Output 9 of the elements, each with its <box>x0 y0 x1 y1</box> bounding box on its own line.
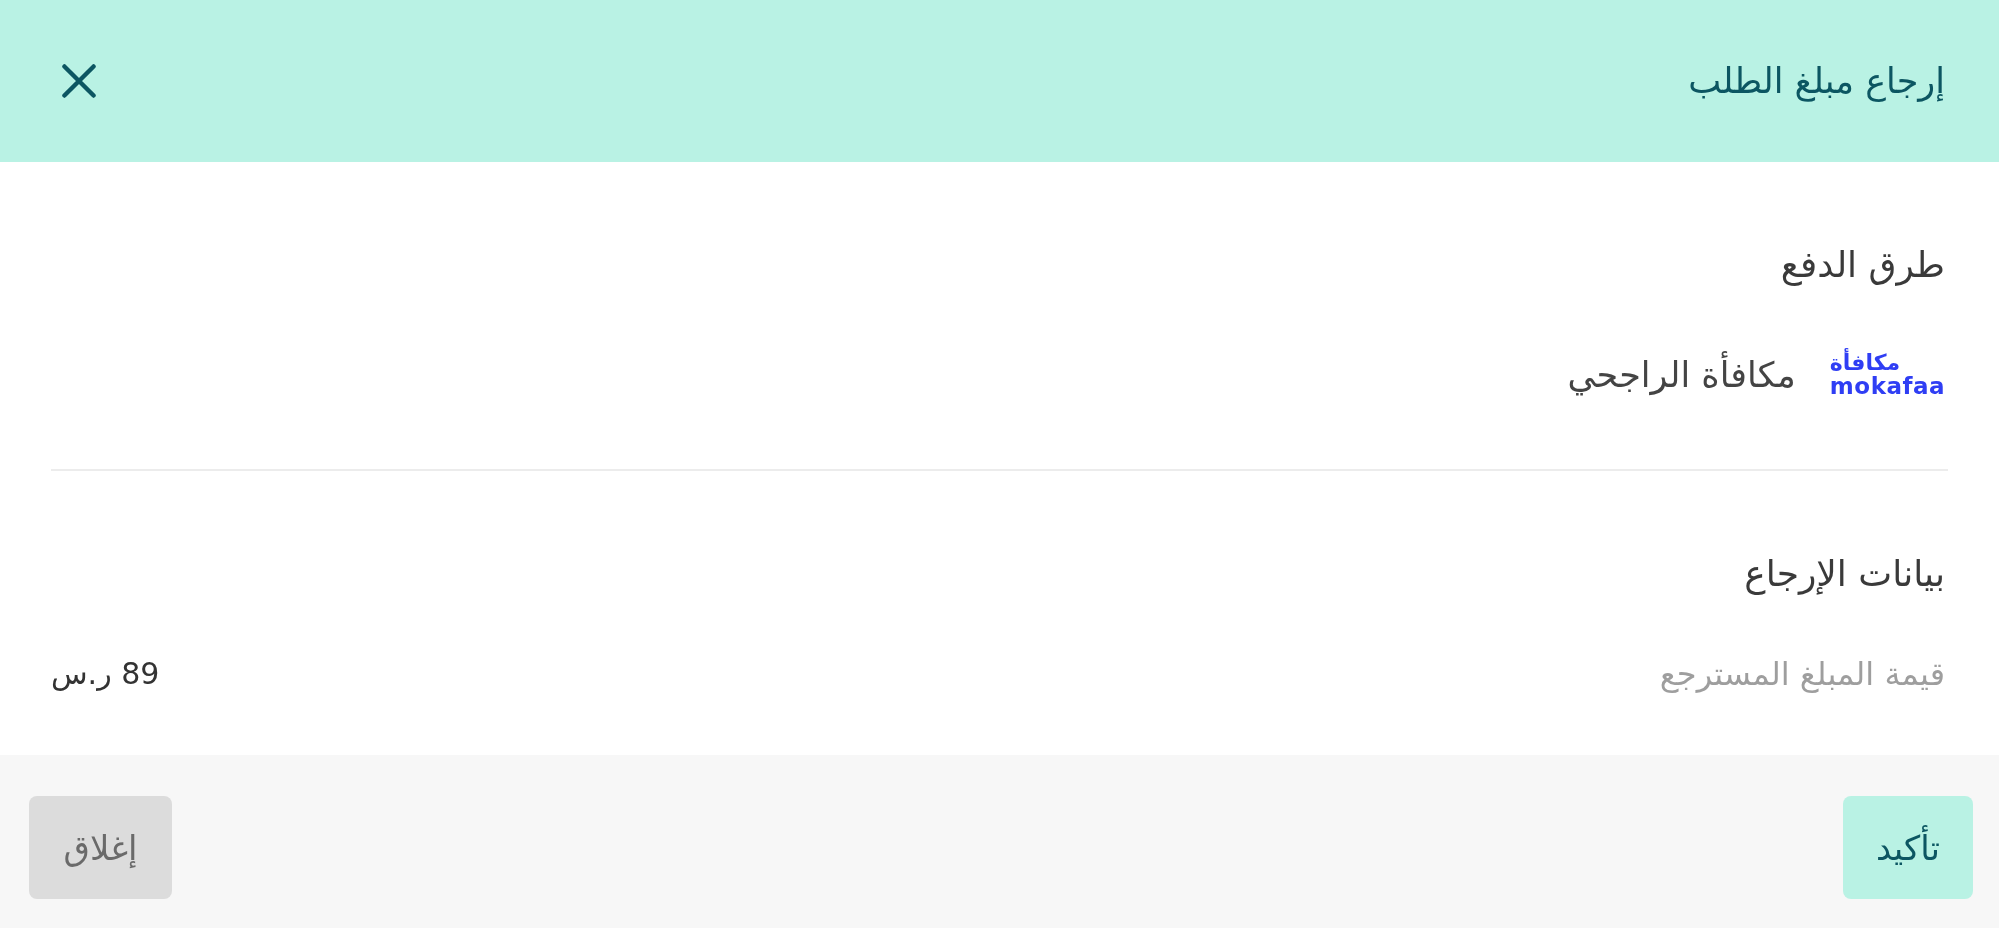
section-heading: بيانات الإرجاع <box>1744 552 1945 597</box>
confirm-button[interactable]: تأكيد <box>1843 796 1973 899</box>
section-heading: طرق الدفع <box>1780 243 1945 288</box>
field-value: 89 ر.س <box>51 655 160 693</box>
payment-method-name: مكافأة الراجحي <box>1567 351 1796 399</box>
field-label: قيمة المبلغ المسترجع <box>1659 654 1945 695</box>
close-icon[interactable] <box>62 64 96 98</box>
dialog-title: إرجاع مبلغ الطلب <box>1688 60 1945 104</box>
close-button[interactable]: إغلاق <box>29 796 172 899</box>
